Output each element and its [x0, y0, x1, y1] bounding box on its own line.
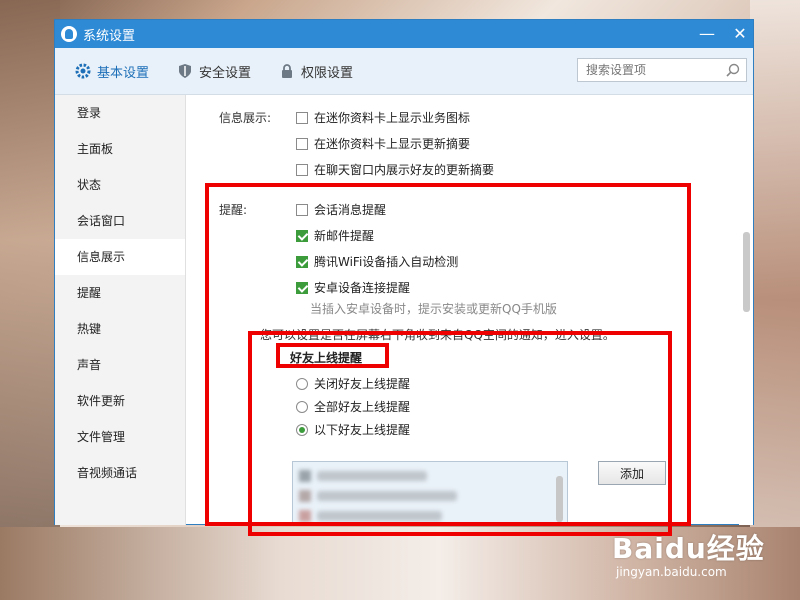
tab-label: 安全设置	[199, 65, 252, 81]
tab-basic-settings[interactable]: 基本设置	[75, 62, 149, 81]
search-box[interactable]	[577, 58, 747, 82]
info-option-business-icon[interactable]: 在迷你资料卡上显示业务图标	[296, 109, 470, 126]
search-input[interactable]	[584, 62, 723, 78]
close-button[interactable]: ✕	[730, 24, 750, 44]
sidebar-item-info-display[interactable]: 信息展示	[55, 239, 185, 275]
sidebar-item-login[interactable]: 登录	[55, 95, 185, 131]
checkbox-label: 在聊天窗口内展示好友的更新摘要	[314, 163, 495, 177]
sidebar-item-main-panel[interactable]: 主面板	[55, 131, 185, 167]
checkbox[interactable]	[296, 137, 308, 150]
window-title: 系统设置	[83, 28, 136, 44]
settings-tabs: 基本设置 安全设置 权限设置	[55, 48, 753, 95]
lock-icon	[279, 63, 295, 79]
info-display-label: 信息展示:	[219, 111, 272, 125]
info-option-update-summary[interactable]: 在迷你资料卡上显示更新摘要	[296, 135, 470, 152]
info-option-chat-summary[interactable]: 在聊天窗口内展示好友的更新摘要	[296, 161, 494, 178]
sidebar-item-av-call[interactable]: 音视频通话	[55, 455, 185, 491]
tab-label: 基本设置	[97, 65, 150, 81]
content-scrollbar-thumb[interactable]	[743, 232, 750, 312]
sidebar-item-software-update[interactable]: 软件更新	[55, 383, 185, 419]
settings-sidebar: 登录 主面板 状态 会话窗口 信息展示 提醒 热键 声音 软件更新 文件管理 音…	[55, 95, 186, 525]
highlight-box-friend-title	[276, 343, 389, 368]
search-icon[interactable]	[726, 63, 740, 77]
sidebar-item-sound[interactable]: 声音	[55, 347, 185, 383]
background-right	[750, 0, 800, 600]
shield-icon	[177, 63, 193, 79]
sidebar-item-hotkeys[interactable]: 热键	[55, 311, 185, 347]
tab-security-settings[interactable]: 安全设置	[177, 62, 251, 81]
checkbox[interactable]	[296, 111, 308, 124]
sidebar-item-file-management[interactable]: 文件管理	[55, 419, 185, 455]
qq-logo-icon	[61, 26, 77, 42]
watermark-logo: Baidu经验	[612, 532, 765, 565]
sidebar-item-reminders[interactable]: 提醒	[55, 275, 185, 311]
tab-label: 权限设置	[301, 65, 354, 81]
checkbox-label: 在迷你资料卡上显示业务图标	[314, 111, 471, 125]
gear-icon	[75, 63, 91, 79]
tab-permission-settings[interactable]: 权限设置	[279, 62, 353, 81]
watermark-url: jingyan.baidu.com	[616, 565, 727, 579]
sidebar-item-status[interactable]: 状态	[55, 167, 185, 203]
minimize-button[interactable]: —	[697, 24, 717, 44]
sidebar-item-chat-window[interactable]: 会话窗口	[55, 203, 185, 239]
checkbox[interactable]	[296, 163, 308, 176]
title-bar: 系统设置 — ✕	[55, 20, 753, 48]
baidu-jingyan-watermark: Baidu经验 jingyan.baidu.com	[612, 527, 797, 599]
background-left	[0, 0, 60, 600]
checkbox-label: 在迷你资料卡上显示更新摘要	[314, 137, 471, 151]
